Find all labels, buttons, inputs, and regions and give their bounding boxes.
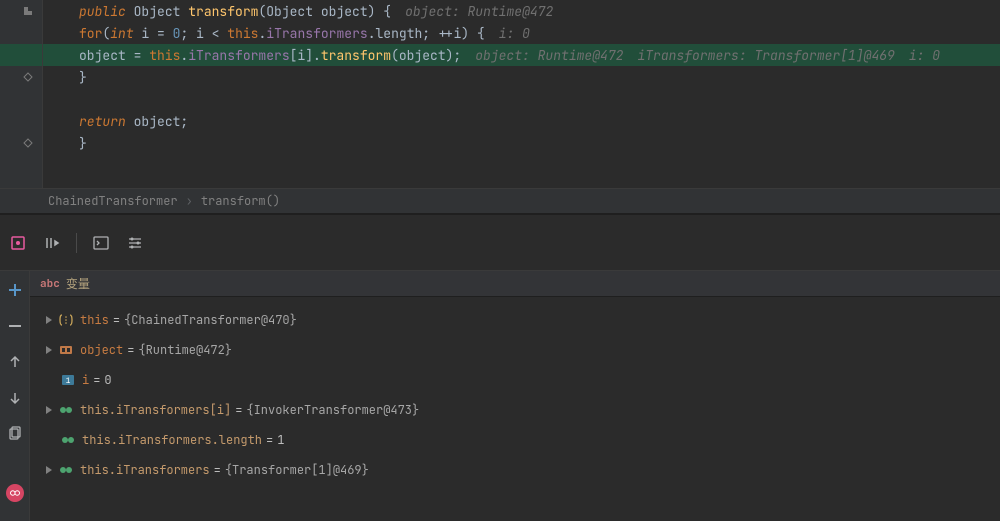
inlay-hint: object: Runtime@472: [391, 3, 553, 20]
code-line[interactable]: [43, 88, 1000, 110]
add-watch-button[interactable]: [6, 281, 24, 299]
expand-icon[interactable]: [42, 463, 56, 477]
watch-icon: [58, 462, 74, 478]
expand-icon[interactable]: [42, 403, 56, 417]
chevron-right-icon: ›: [186, 193, 193, 209]
console-button[interactable]: [91, 233, 111, 253]
debug-toolbar: [0, 214, 1000, 270]
object-icon: [58, 312, 74, 328]
variables-panel: abc 变量 this = {ChainedTransformer@470} o…: [30, 271, 1000, 521]
watch-icon: [58, 402, 74, 418]
variables-title: 变量: [66, 275, 90, 292]
inlay-hint: object: Runtime@472: [461, 47, 623, 64]
collapse-icon[interactable]: [22, 71, 34, 83]
divider: [76, 233, 77, 253]
settings-button[interactable]: [125, 233, 145, 253]
inlay-hint: i: 0: [895, 47, 940, 64]
breadcrumb-item[interactable]: transform(): [201, 193, 280, 209]
side-toolbar: [0, 271, 30, 521]
svg-text:1: 1: [66, 377, 71, 386]
var-row-watch[interactable]: this.iTransformers = {Transformer[1]@469…: [30, 455, 1000, 485]
watch-icon: [60, 432, 76, 448]
expand-icon[interactable]: [42, 313, 56, 327]
code-line[interactable]: return object;: [43, 110, 1000, 132]
var-row-i[interactable]: 1 i = 0: [30, 365, 1000, 395]
modified-icon: [22, 5, 34, 17]
gutter-row: [0, 22, 42, 44]
abc-icon: abc: [40, 277, 60, 291]
gutter-row: [0, 154, 42, 176]
gutter-row: [0, 66, 42, 88]
breadcrumb-item[interactable]: ChainedTransformer: [48, 193, 178, 209]
down-button[interactable]: [6, 389, 24, 407]
debug-panel: abc 变量 this = {ChainedTransformer@470} o…: [0, 271, 1000, 521]
var-row-object[interactable]: object = {Runtime@472}: [30, 335, 1000, 365]
code-line[interactable]: }: [43, 132, 1000, 154]
gutter-row-current: [0, 44, 42, 66]
step-over-button[interactable]: [8, 233, 28, 253]
code-area[interactable]: public Object transform(Object object) {…: [43, 0, 1000, 188]
gutter-row: [0, 110, 42, 132]
step-into-button[interactable]: [42, 233, 62, 253]
watch-badge-icon[interactable]: [6, 484, 24, 502]
remove-watch-button[interactable]: [6, 317, 24, 335]
copy-button[interactable]: [6, 425, 24, 443]
breadcrumb[interactable]: ChainedTransformer › transform(): [0, 188, 1000, 214]
expand-icon[interactable]: [42, 343, 56, 357]
int-icon: 1: [60, 372, 76, 388]
gutter-row: [0, 132, 42, 154]
editor-pane: public Object transform(Object object) {…: [0, 0, 1000, 188]
code-line[interactable]: for(int i = 0; i < this.iTransformers.le…: [43, 22, 1000, 44]
param-icon: [58, 342, 74, 358]
variables-tree[interactable]: this = {ChainedTransformer@470} object =…: [30, 297, 1000, 521]
inlay-hint: i: 0: [485, 25, 530, 42]
gutter-row: [0, 0, 42, 22]
code-line[interactable]: [43, 154, 1000, 176]
gutter-row: [0, 88, 42, 110]
up-button[interactable]: [6, 353, 24, 371]
variables-header: abc 变量: [30, 271, 1000, 297]
code-line-current[interactable]: object = this.iTransformers[i].transform…: [43, 44, 1000, 66]
inlay-hint: iTransformers: Transformer[1]@469: [623, 47, 894, 64]
code-line[interactable]: }: [43, 66, 1000, 88]
var-row-this[interactable]: this = {ChainedTransformer@470}: [30, 305, 1000, 335]
code-line[interactable]: public Object transform(Object object) {…: [43, 0, 1000, 22]
gutter: [0, 0, 43, 188]
collapse-icon[interactable]: [22, 137, 34, 149]
var-row-watch[interactable]: this.iTransformers[i] = {InvokerTransfor…: [30, 395, 1000, 425]
var-row-watch[interactable]: this.iTransformers.length = 1: [30, 425, 1000, 455]
